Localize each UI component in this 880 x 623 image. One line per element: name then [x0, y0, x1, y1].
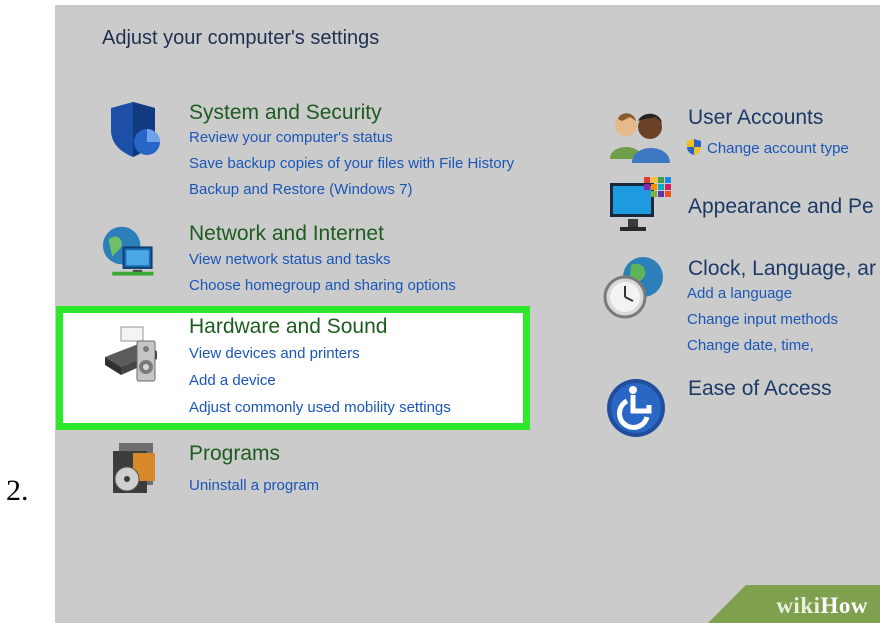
page-title: Adjust your computer's settings [102, 27, 380, 49]
category-title-network-internet[interactable]: Network and Internet [189, 222, 384, 246]
programs-disc-icon [113, 443, 155, 493]
category-title-hardware-sound[interactable]: Hardware and Sound [189, 315, 387, 339]
link-backup-restore[interactable]: Backup and Restore (Windows 7) [189, 181, 412, 198]
watermark-wiki: wiki [776, 593, 821, 618]
users-icon [610, 113, 670, 163]
link-add-device[interactable]: Add a device [189, 372, 276, 389]
monitor-icon [610, 177, 671, 231]
link-change-account-type[interactable]: Change account type [707, 140, 849, 157]
clock-globe-icon [603, 257, 663, 319]
printer-speaker-icon [105, 326, 157, 382]
ease-of-access-icon [607, 379, 665, 437]
uac-shield-icon [687, 139, 701, 155]
link-network-status[interactable]: View network status and tasks [189, 251, 391, 268]
step-number: 2. [6, 474, 29, 507]
category-title-clock-language[interactable]: Clock, Language, ar [688, 257, 876, 281]
link-change-date-time[interactable]: Change date, time, [687, 337, 814, 354]
network-globe-icon [102, 226, 154, 276]
wikihow-watermark: wikiHow [776, 593, 868, 619]
category-title-programs[interactable]: Programs [189, 442, 280, 466]
watermark-how: How [820, 593, 868, 618]
control-panel-window: Adjust your computer's settings System a… [55, 5, 880, 623]
link-homegroup[interactable]: Choose homegroup and sharing options [189, 277, 456, 294]
link-add-language[interactable]: Add a language [687, 285, 792, 302]
category-title-ease-of-access[interactable]: Ease of Access [688, 377, 832, 401]
link-review-status[interactable]: Review your computer's status [189, 129, 393, 146]
category-title-system-security[interactable]: System and Security [189, 101, 382, 125]
link-file-history[interactable]: Save backup copies of your files with Fi… [189, 155, 514, 172]
link-uninstall-program[interactable]: Uninstall a program [189, 477, 319, 494]
category-title-appearance[interactable]: Appearance and Pe [688, 195, 874, 219]
link-mobility-settings[interactable]: Adjust commonly used mobility settings [189, 399, 451, 416]
shield-icon [111, 102, 160, 157]
link-view-devices-printers[interactable]: View devices and printers [189, 345, 360, 362]
category-title-user-accounts[interactable]: User Accounts [688, 106, 823, 130]
link-change-input-methods[interactable]: Change input methods [687, 311, 838, 328]
